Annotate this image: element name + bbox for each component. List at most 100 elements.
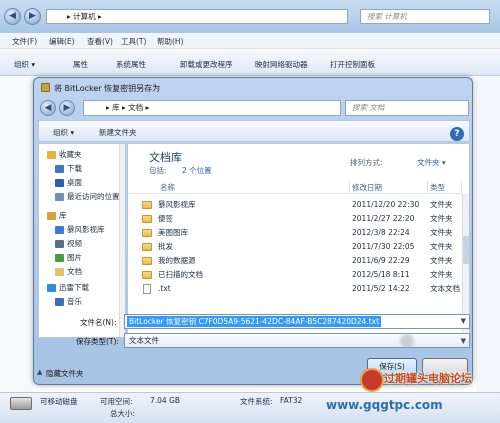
file-row[interactable]: 我的数据源 2011/6/9 22:29 文件夹 xyxy=(128,255,462,267)
library-locations-link[interactable]: 2 个位置 xyxy=(182,165,212,176)
menu-edit[interactable]: 编辑(E) xyxy=(49,36,75,47)
organize-button[interactable]: 组织 ▾ xyxy=(14,59,35,70)
menu-tools[interactable]: 工具(T) xyxy=(121,36,146,47)
total-size-label: 总大小: xyxy=(110,409,136,418)
column-date[interactable]: 修改日期 xyxy=(352,181,428,194)
dialog-address-bar[interactable]: ▸ 库 ▸ 文档 ▸ xyxy=(83,100,341,116)
dialog-forward-button[interactable]: ▶ xyxy=(59,100,75,116)
forward-arrow-icon: ▶ xyxy=(63,103,71,113)
library-title: 文档库 xyxy=(149,151,182,164)
arrange-by-dropdown[interactable]: 文件夹 ▾ xyxy=(417,157,446,168)
dialog-nav-pane: 收藏夹 下载 桌面 最近访问的位置库暴风影视库 视频 图片 文档 迅雷下载 音乐 xyxy=(38,143,126,338)
nav-item-icon xyxy=(55,298,64,306)
file-row[interactable]: 暴风影视库 2011/12/20 22:30 文件夹 xyxy=(128,199,462,211)
file-row[interactable]: 已扫描的文档 2012/5/18 8:11 文件夹 xyxy=(128,269,462,281)
filename-input[interactable]: BitLocker 恢复密钥 C7F0D5A9-5621-42DC-84AF-B… xyxy=(124,314,470,329)
nav-item-label: 文档 xyxy=(67,267,82,276)
properties-button[interactable]: 属性 xyxy=(73,59,88,70)
bitlocker-icon xyxy=(41,83,50,92)
filesystem-value: FAT32 xyxy=(280,396,303,405)
nav-item-label: 音乐 xyxy=(67,297,82,306)
filetype-label: 保存类型(T): xyxy=(76,337,119,346)
file-row[interactable]: .txt 2011/5/2 14:22 文本文档 xyxy=(128,283,462,295)
forward-button[interactable]: ▶ xyxy=(24,8,41,25)
library-includes-label: 包括: xyxy=(149,166,167,175)
text-file-icon xyxy=(143,284,151,294)
dialog-search-input[interactable]: 搜索 文档 xyxy=(345,100,469,116)
collapse-icon: ▲ xyxy=(37,368,43,376)
map-drive-button[interactable]: 映射网络驱动器 xyxy=(255,59,308,70)
folder-icon xyxy=(142,201,152,209)
system-properties-button[interactable]: 系统属性 xyxy=(116,59,146,70)
nav-item-icon xyxy=(47,151,56,159)
menu-file[interactable]: 文件(F) xyxy=(12,36,37,47)
file-name: 批发 xyxy=(158,242,173,251)
forum-logo-icon xyxy=(360,368,384,392)
nav-item-label: 收藏夹 xyxy=(59,150,82,159)
file-scroll-thumb[interactable] xyxy=(463,236,469,264)
nav-item-icon xyxy=(55,268,64,276)
nav-item-icon xyxy=(55,165,64,173)
folder-icon xyxy=(142,257,152,265)
file-type: 文件夹 xyxy=(430,228,453,237)
column-name[interactable]: 名称 xyxy=(160,181,350,194)
watermark-text: 过期罐头电脑论坛 xyxy=(384,372,472,385)
folder-icon xyxy=(142,271,152,279)
back-button[interactable]: ◀ xyxy=(4,8,21,25)
file-name: 暴风影视库 xyxy=(158,200,196,209)
control-panel-button[interactable]: 打开控制面板 xyxy=(330,59,375,70)
filetype-dropdown-icon: ▼ xyxy=(460,337,466,345)
file-type: 文件夹 xyxy=(430,214,453,223)
file-date: 2011/7/30 22:05 xyxy=(352,242,415,251)
filename-dropdown-icon[interactable]: ▼ xyxy=(461,317,466,325)
nav-item-label: 桌面 xyxy=(67,178,82,187)
file-type: 文本文档 xyxy=(430,284,460,293)
dialog-title: 将 BitLocker 恢复密钥另存为 xyxy=(54,84,161,93)
file-date: 2011/12/20 22:30 xyxy=(352,200,420,209)
explorer-nav-pane xyxy=(0,76,34,392)
help-icon[interactable]: ? xyxy=(450,127,464,141)
new-folder-button[interactable]: 新建文件夹 xyxy=(99,127,137,138)
menu-help[interactable]: 帮助(H) xyxy=(157,36,184,47)
available-label: 可用空间: xyxy=(100,397,133,406)
nav-item-label: 迅雷下载 xyxy=(59,283,89,292)
file-row[interactable]: 便签 2011/2/27 22:20 文件夹 xyxy=(128,213,462,225)
explorer-search-input[interactable]: 搜索 计算机 xyxy=(360,9,490,24)
file-name: 我的数据源 xyxy=(158,256,196,265)
explorer-menubar: 文件(F) 编辑(E) 查看(V) 工具(T) 帮助(H) xyxy=(0,33,500,49)
nav-item-label: 视频 xyxy=(67,239,82,248)
filesystem-label: 文件系统: xyxy=(240,397,273,406)
nav-scrollbar[interactable] xyxy=(119,144,125,337)
dialog-back-button[interactable]: ◀ xyxy=(40,100,56,116)
file-type: 文件夹 xyxy=(430,242,453,251)
explorer-content-edge xyxy=(476,76,500,392)
file-row[interactable]: 批发 2011/7/30 22:05 文件夹 xyxy=(128,241,462,253)
nav-item-icon xyxy=(55,193,64,201)
nav-item-icon xyxy=(47,212,56,220)
dialog-file-pane: 文档库 包括: 2 个位置 排列方式: 文件夹 ▾ 名称 修改日期 类型 暴风影… xyxy=(127,143,470,338)
hide-folders-toggle[interactable]: 隐藏文件夹 xyxy=(46,368,84,379)
explorer-address-bar[interactable]: ▸ 计算机 ▸ xyxy=(46,9,348,24)
file-date: 2011/2/27 22:20 xyxy=(352,214,415,223)
explorer-titlebar: ◀ ▶ ▸ 计算机 ▸ 搜索 计算机 xyxy=(0,0,500,33)
file-name: 美图图库 xyxy=(158,228,188,237)
dialog-address-path: ▸ 库 ▸ 文档 ▸ xyxy=(106,103,150,112)
nav-item-label: 最近访问的位置 xyxy=(67,192,120,201)
drive-label: 可移动磁盘 xyxy=(40,397,78,406)
file-row[interactable]: 美图图库 2012/3/8 22:24 文件夹 xyxy=(128,227,462,239)
uninstall-button[interactable]: 卸载或更改程序 xyxy=(180,59,233,70)
column-type[interactable]: 类型 xyxy=(430,181,462,194)
arrange-by-label: 排列方式: xyxy=(350,158,383,167)
nav-item-icon xyxy=(55,254,64,262)
paw-watermark-icon xyxy=(396,330,418,352)
file-date: 2012/3/8 22:24 xyxy=(352,228,410,237)
filetype-select[interactable]: 文本文件 ▼ xyxy=(124,333,470,348)
file-type: 文件夹 xyxy=(430,270,453,279)
file-date: 2011/5/2 14:22 xyxy=(352,284,410,293)
back-arrow-icon: ◀ xyxy=(9,11,16,21)
dialog-search-placeholder: 搜索 文档 xyxy=(352,103,385,112)
file-date: 2012/5/18 8:11 xyxy=(352,270,410,279)
menu-view[interactable]: 查看(V) xyxy=(87,36,113,47)
dialog-organize-button[interactable]: 组织 ▾ xyxy=(53,127,74,138)
file-type: 文件夹 xyxy=(430,200,453,209)
